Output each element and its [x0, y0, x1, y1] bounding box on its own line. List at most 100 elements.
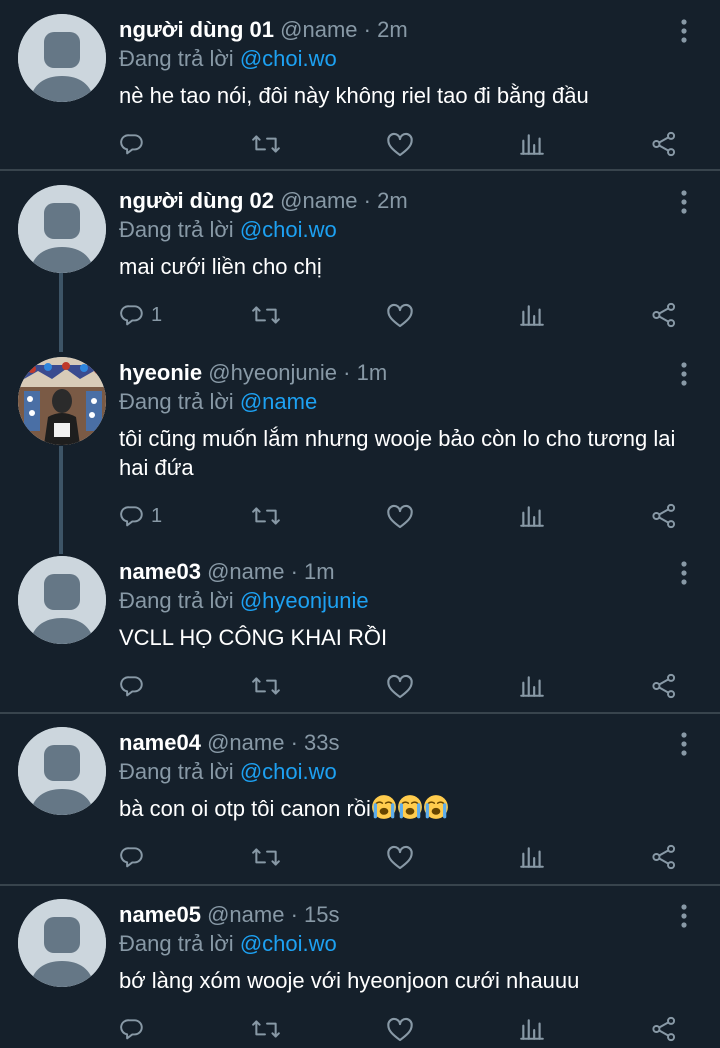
replying-to-handle[interactable]: @choi.wo: [240, 759, 337, 784]
avatar[interactable]: [18, 556, 106, 644]
reply-button[interactable]: 1: [119, 300, 162, 330]
more-vertical-icon[interactable]: [674, 188, 694, 216]
heart-icon: [386, 503, 414, 529]
reply-button[interactable]: [119, 671, 151, 701]
retweet-button[interactable]: [251, 671, 281, 701]
share-button[interactable]: [651, 501, 677, 531]
tweet[interactable]: hyeonie @hyeonjunie · 1m Đang trả lời @n…: [0, 343, 720, 542]
reply-button[interactable]: [119, 1014, 151, 1044]
like-button[interactable]: [386, 129, 414, 159]
timestamp[interactable]: 1m: [304, 559, 335, 584]
reply-count: 1: [151, 504, 163, 527]
avatar[interactable]: [18, 357, 106, 445]
avatar[interactable]: [18, 14, 106, 102]
display-name[interactable]: người dùng 01: [119, 17, 274, 42]
tweet[interactable]: name03 @name · 1m Đang trả lời @hyeonjun…: [0, 542, 720, 713]
share-button[interactable]: [651, 300, 677, 330]
replying-to: Đang trả lời @choi.wo: [119, 44, 337, 74]
tweet-header: người dùng 02 @name · 2m: [119, 186, 408, 216]
user-handle[interactable]: @name: [280, 17, 357, 42]
analytics-button[interactable]: [519, 1014, 545, 1044]
share-icon: [651, 503, 677, 529]
loudly-crying-face-icon: [423, 794, 449, 827]
reply-button[interactable]: [119, 842, 151, 872]
display-name[interactable]: name04: [119, 730, 201, 755]
avatar[interactable]: [18, 899, 106, 987]
user-handle[interactable]: @name: [207, 730, 284, 755]
share-icon: [651, 673, 677, 699]
display-name[interactable]: hyeonie: [119, 360, 202, 385]
heart-icon: [386, 1016, 414, 1042]
analytics-icon: [519, 673, 545, 699]
reply-button[interactable]: [119, 129, 151, 159]
replying-to-handle[interactable]: @choi.wo: [240, 217, 337, 242]
tweet-header: hyeonie @hyeonjunie · 1m: [119, 358, 387, 388]
avatar[interactable]: [18, 185, 106, 273]
replying-to: Đang trả lời @name: [119, 387, 317, 417]
tweet[interactable]: name04 @name · 33s Đang trả lời @choi.wo…: [0, 713, 720, 884]
timestamp[interactable]: 33s: [304, 730, 339, 755]
replying-to: Đang trả lời @choi.wo: [119, 929, 337, 959]
tweet-header: name03 @name · 1m: [119, 557, 335, 587]
tweet[interactable]: người dùng 01 @name · 2m Đang trả lời @c…: [0, 0, 720, 171]
tweet[interactable]: người dùng 02 @name · 2m Đang trả lời @c…: [0, 171, 720, 342]
share-icon: [651, 1016, 677, 1042]
separator-dot: ·: [290, 730, 298, 755]
tweet[interactable]: name05 @name · 15s Đang trả lời @choi.wo…: [0, 885, 720, 1048]
like-button[interactable]: [386, 501, 414, 531]
more-vertical-icon[interactable]: [674, 902, 694, 930]
timestamp[interactable]: 2m: [377, 188, 408, 213]
user-handle[interactable]: @name: [280, 188, 357, 213]
analytics-button[interactable]: [519, 671, 545, 701]
more-vertical-icon[interactable]: [674, 559, 694, 587]
timestamp[interactable]: 15s: [304, 902, 339, 927]
user-handle[interactable]: @name: [207, 902, 284, 927]
display-name[interactable]: name03: [119, 559, 201, 584]
retweet-button[interactable]: [251, 1014, 281, 1044]
reply-icon: [119, 673, 145, 699]
analytics-button[interactable]: [519, 129, 545, 159]
like-button[interactable]: [386, 300, 414, 330]
tweet-text-content: VCLL HỌ CÔNG KHAI RỒI: [119, 625, 388, 650]
retweet-button[interactable]: [251, 501, 281, 531]
analytics-icon: [519, 302, 545, 328]
share-button[interactable]: [651, 671, 677, 701]
share-icon: [651, 131, 677, 157]
share-button[interactable]: [651, 842, 677, 872]
user-handle[interactable]: @hyeonjunie: [208, 360, 337, 385]
replying-to: Đang trả lời @choi.wo: [119, 215, 337, 245]
retweet-button[interactable]: [251, 300, 281, 330]
display-name[interactable]: name05: [119, 902, 201, 927]
heart-icon: [386, 673, 414, 699]
timestamp[interactable]: 2m: [377, 17, 408, 42]
analytics-button[interactable]: [519, 501, 545, 531]
more-vertical-icon[interactable]: [674, 730, 694, 758]
retweet-button[interactable]: [251, 129, 281, 159]
timestamp[interactable]: 1m: [357, 360, 388, 385]
tweet-actions: [119, 1014, 689, 1044]
replying-to-handle[interactable]: @choi.wo: [240, 931, 337, 956]
more-vertical-icon[interactable]: [674, 17, 694, 45]
reply-button[interactable]: 1: [119, 501, 162, 531]
replying-to-handle[interactable]: @name: [240, 389, 317, 414]
heart-icon: [386, 844, 414, 870]
share-button[interactable]: [651, 1014, 677, 1044]
avatar[interactable]: [18, 727, 106, 815]
analytics-button[interactable]: [519, 300, 545, 330]
reply-icon: [119, 302, 145, 328]
display-name[interactable]: người dùng 02: [119, 188, 274, 213]
tweet-text-content: bà con oi otp tôi canon rồi: [119, 796, 371, 821]
like-button[interactable]: [386, 1014, 414, 1044]
share-button[interactable]: [651, 129, 677, 159]
replying-to-handle[interactable]: @choi.wo: [240, 46, 337, 71]
like-button[interactable]: [386, 671, 414, 701]
retweet-button[interactable]: [251, 842, 281, 872]
more-vertical-icon[interactable]: [674, 360, 694, 388]
like-button[interactable]: [386, 842, 414, 872]
analytics-button[interactable]: [519, 842, 545, 872]
user-handle[interactable]: @name: [207, 559, 284, 584]
analytics-icon: [519, 844, 545, 870]
analytics-icon: [519, 131, 545, 157]
replying-to-handle[interactable]: @hyeonjunie: [240, 588, 369, 613]
separator-dot: ·: [363, 188, 371, 213]
